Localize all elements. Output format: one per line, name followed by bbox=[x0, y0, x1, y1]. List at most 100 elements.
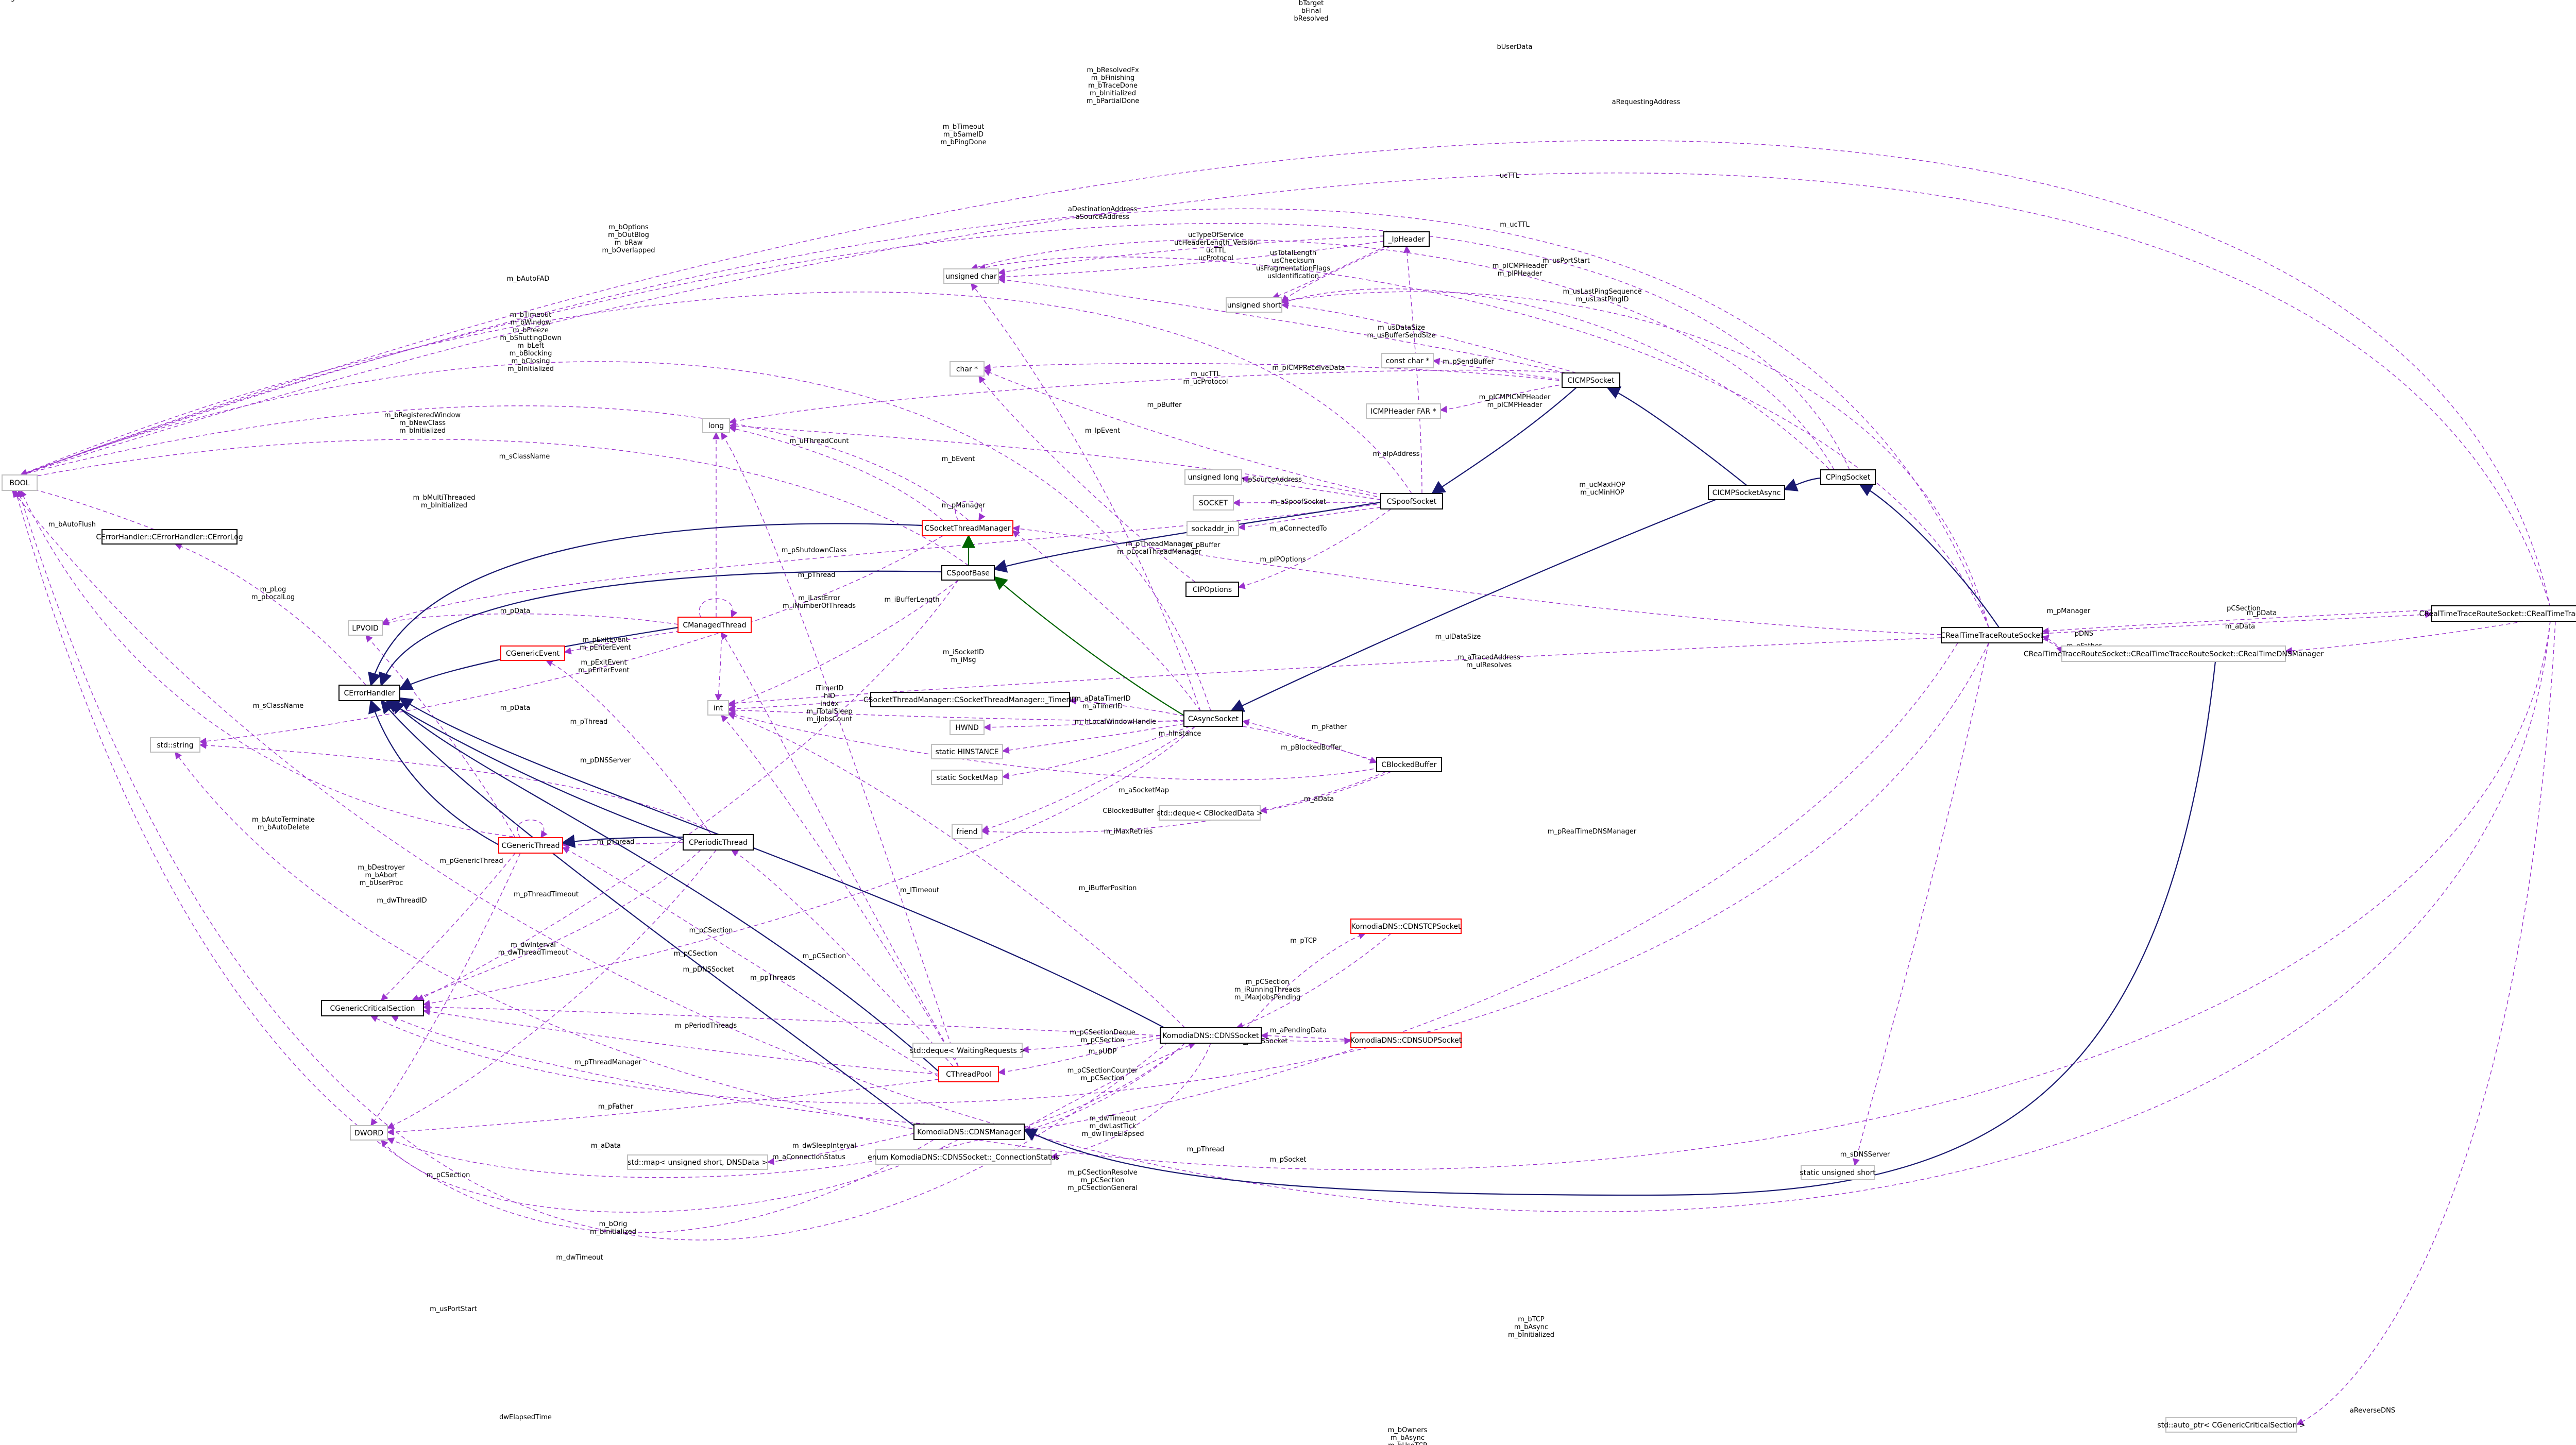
class-node-cthreadpool[interactable]: CThreadPool bbox=[938, 1066, 999, 1082]
class-node-cspoofsocket[interactable]: CSpoofSocket bbox=[1380, 493, 1443, 509]
edge-label: m_pManager bbox=[0, 0, 22, 2]
edge-label: pCSection bbox=[2227, 605, 2261, 613]
edge-label: m_pTCP bbox=[1290, 937, 1317, 945]
edge-label: m_pThreadManager m_pLocalThreadManager bbox=[1117, 540, 1201, 556]
class-node-cerrorhandler[interactable]: CErrorHandler bbox=[338, 685, 400, 701]
class-node-label: KomodiaDNS::CDNSSocket bbox=[1163, 1032, 1259, 1040]
edge-label: m_bOptions m_bOutBlog m_bRaw m_bOverlapped bbox=[602, 224, 655, 254]
edge-label: CBlockedBuffer bbox=[1103, 807, 1154, 815]
class-node-cspoofbase[interactable]: CSpoofBase bbox=[941, 565, 995, 581]
edge-label: m_aConnectedTo bbox=[1270, 525, 1327, 533]
member-edge-cthreadpool-to-dword bbox=[386, 1079, 939, 1136]
class-node-cicmpasync[interactable]: CICMPSocketAsync bbox=[1708, 485, 1785, 500]
edge-label: m_aConnectionStatus bbox=[772, 1153, 845, 1161]
edge-label: m_bEvent bbox=[942, 455, 975, 463]
class-node-label: std::auto_ptr< CGenericCriticalSection > bbox=[2157, 1421, 2305, 1430]
class-node-label: std::string bbox=[157, 741, 193, 750]
edge-label: m_pFather bbox=[1312, 723, 1347, 731]
inheritance-edge-crttrs-to-cpingsocket bbox=[1858, 483, 1999, 628]
class-node-label: KomodiaDNS::CDNSUDPSocket bbox=[1350, 1036, 1462, 1045]
class-node-dnsudp[interactable]: KomodiaDNS::CDNSUDPSocket bbox=[1350, 1032, 1462, 1048]
class-node-constcharp: const char * bbox=[1381, 353, 1434, 368]
class-node-cdnssocket[interactable]: KomodiaDNS::CDNSSocket bbox=[1160, 1027, 1262, 1044]
edge-label: m_pThread bbox=[798, 571, 836, 579]
class-node-cdnsmanager[interactable]: KomodiaDNS::CDNSManager bbox=[913, 1124, 1025, 1140]
class-node-cblockedbuffer[interactable]: CBlockedBuffer bbox=[1376, 757, 1442, 772]
edge-label: m_sDNSServer bbox=[1840, 1151, 1890, 1159]
class-node-lpvoid: LPVOID bbox=[348, 620, 383, 636]
class-node-errorlog[interactable]: CErrorHandler::CErrorHandler::CErrorLog bbox=[96, 529, 243, 545]
edge-label: m_hInstance bbox=[1159, 730, 1201, 738]
class-node-ccritsec[interactable]: CGenericCriticalSection bbox=[321, 1000, 424, 1016]
class-node-label: unsigned short bbox=[1227, 301, 1281, 310]
class-node-autoptr: std::auto_ptr< CGenericCriticalSection > bbox=[2157, 1417, 2306, 1433]
edge-label: m_usDataSize m_usBufferSendSize bbox=[1367, 324, 1435, 339]
class-node-dnstcp[interactable]: KomodiaDNS::CDNSTCPSocket bbox=[1350, 919, 1462, 934]
diagram-edges bbox=[12, 140, 2556, 1425]
class-node-csocketthreadmgr[interactable]: CSocketThreadManager bbox=[922, 520, 1013, 536]
edge-label: m_bOwnersm_bAsyncm_bUseTCPm_bAsyncConnec… bbox=[1377, 1426, 1438, 1445]
class-node-bool: BOOL bbox=[2, 474, 38, 491]
class-node-label: CICMPSocket bbox=[1567, 377, 1615, 385]
edge-label: m_pCSection m_iRunningThreads m_iMaxJobsPe… bbox=[1234, 978, 1301, 1001]
member-edge-csocketthreadmgr-to-bool bbox=[20, 405, 969, 521]
class-node-tracedata[interactable]: CRealTimeTraceRouteSocket::CRealTimeTrac… bbox=[2419, 605, 2576, 622]
edge-label: m_iSocketID m_iMsg bbox=[943, 649, 984, 664]
class-node-int: int bbox=[707, 700, 729, 716]
edge-label: m_bRegisteredWindow m_bNewClass m_bInitial… bbox=[384, 412, 461, 435]
edge-label: m_lTimeout bbox=[900, 887, 939, 894]
edge-label: m_pManager bbox=[942, 502, 986, 509]
edge-label: m_aSocketMap bbox=[1118, 787, 1169, 794]
class-node-label: CRealTimeTraceRouteSocket::CRealTimeTrac… bbox=[2024, 650, 2324, 658]
class-node-label: CGenericCriticalSection bbox=[330, 1005, 415, 1013]
edge-label: m_bAutoTerminate m_bAutoDelete bbox=[252, 816, 315, 831]
class-node-cgenericevent[interactable]: CGenericEvent bbox=[500, 645, 565, 661]
edge-label: m_aData bbox=[1304, 795, 1334, 803]
edge-label: iTimerID hID index m_iTotalSleep m_iJobsCoun… bbox=[806, 685, 852, 723]
member-edge-cdnsmanager-to-ccritsec bbox=[391, 1015, 928, 1125]
member-edge-cthreadpool-to-cgenericthread bbox=[562, 847, 939, 1077]
edge-label: m_iLastError m_iNumberOfThreads bbox=[783, 594, 856, 610]
edge-label: ucTypeOfService ucHeaderLength_Version ucT… bbox=[1174, 231, 1258, 262]
edge-label: bUserData bbox=[1497, 43, 1533, 51]
edge-label: m_pCSection bbox=[674, 950, 718, 958]
class-node-label: const char * bbox=[1386, 357, 1430, 365]
class-node-crttrs[interactable]: CRealTimeTraceRouteSocket bbox=[1941, 627, 2043, 643]
class-node-charp: char * bbox=[950, 361, 985, 377]
member-edge-casyncsocket-to-hinstance bbox=[1002, 723, 1184, 754]
inheritance-edge-cdnsmanager-to-cerrorhandler bbox=[380, 699, 918, 1129]
edge-label: dwElapsedTime bbox=[499, 1414, 552, 1421]
class-node-cgenericthread[interactable]: CGenericThread bbox=[498, 837, 563, 854]
class-node-icmpfar: ICMPHeader FAR * bbox=[1366, 403, 1441, 419]
edge-label: m_pPeriodThreads bbox=[675, 1022, 737, 1030]
edge-label: m_bMultiThreaded m_bInitialized bbox=[413, 494, 476, 509]
edge-label: m_usPortStart bbox=[430, 1305, 477, 1313]
edge-label: m_sClassName bbox=[253, 702, 304, 710]
class-node-cmanagedthread[interactable]: CManagedThread bbox=[677, 617, 752, 633]
edge-label: m_bResolvedFx m_bFinishing m_bTraceDone m_b… bbox=[1087, 66, 1139, 105]
class-node-ushort: unsigned short bbox=[1226, 297, 1282, 313]
class-node-cicmpsocket[interactable]: CICMPSocket bbox=[1562, 372, 1620, 388]
class-node-label: CIPOptions bbox=[1193, 586, 1232, 594]
member-edge-cmanagedthread-to-lpvoid bbox=[381, 613, 679, 626]
class-node-label: CSpoofSocket bbox=[1387, 498, 1437, 506]
edge-label: m_pCSectionDeque m_pCSection bbox=[1070, 1029, 1135, 1044]
class-node-casyncsocket[interactable]: CAsyncSocket bbox=[1183, 710, 1243, 727]
edge-label: m_bDestroyer m_bAbort m_bUserProc bbox=[358, 864, 405, 887]
class-node-cpingsocket[interactable]: CPingSocket bbox=[1820, 469, 1876, 485]
inheritance-edge-cgenericthread-to-cerrorhandler bbox=[368, 699, 499, 845]
member-edge-cperiodicthread-to-ccritsec bbox=[411, 849, 701, 1001]
edge-label: m_pThreadManager bbox=[574, 1059, 642, 1066]
class-node-cipoptions[interactable]: CIPOptions bbox=[1185, 582, 1239, 597]
edge-label: m_pExitEvent m_pEnterEvent bbox=[580, 636, 631, 652]
class-node-label: friend bbox=[957, 828, 978, 836]
class-node-label: CICMPSocketAsync bbox=[1713, 489, 1781, 497]
class-node-cperiodicthread[interactable]: CPeriodicThread bbox=[683, 834, 754, 851]
class-node-label: CGenericThread bbox=[501, 842, 560, 850]
member-edge-cerrorhandler-to-errorlog bbox=[174, 543, 366, 686]
class-node-ucharp: unsigned char bbox=[943, 268, 999, 284]
class-node-sockaddr: sockaddr_in bbox=[1187, 521, 1239, 536]
class-node-ipheader[interactable]: _IpHeader bbox=[1383, 231, 1430, 247]
class-node-label: CPeriodicThread bbox=[689, 839, 748, 847]
class-node-ctimerid[interactable]: CSocketThreadManager::CSocketThreadManag… bbox=[863, 692, 1077, 707]
